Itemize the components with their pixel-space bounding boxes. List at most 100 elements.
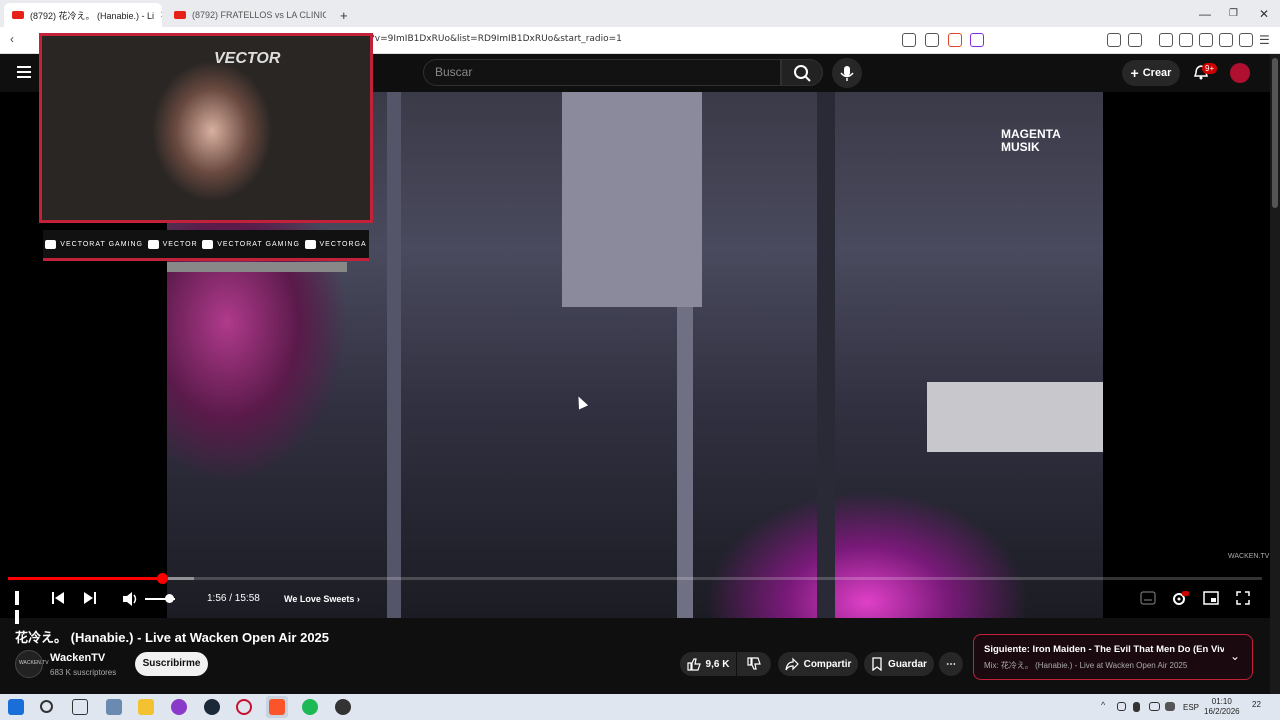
search-icon (794, 65, 811, 82)
restore-button[interactable]: ❐ (1229, 8, 1238, 19)
minimize-button[interactable]: — (1199, 7, 1211, 21)
chevron-down-icon[interactable]: ⌄ (1230, 649, 1240, 663)
spotify-icon[interactable] (302, 699, 318, 715)
video-title: 花冷え。 (Hanabie.) - Live at Wacken Open Ai… (15, 630, 330, 645)
extensions-icon[interactable] (1107, 33, 1121, 47)
close-window-button[interactable]: ✕ (1259, 7, 1269, 21)
subtitles-icon[interactable] (1140, 591, 1156, 605)
close-tab-icon[interactable]: ✕ (160, 10, 162, 21)
tray-mic-icon[interactable] (1133, 702, 1140, 712)
youtube-favicon-icon (174, 11, 186, 19)
volume-knob[interactable] (165, 594, 174, 603)
twitch-icon (147, 239, 159, 249)
cast-icon[interactable] (902, 33, 916, 47)
obs-icon[interactable] (335, 699, 351, 715)
tab-active[interactable]: (8792) 花冷え。 (Hanabie.) - Li ✕ (4, 3, 162, 27)
brave-icon[interactable] (269, 699, 285, 715)
user-avatar[interactable] (1230, 63, 1250, 83)
save-button[interactable]: Guardar (864, 652, 934, 676)
browser-tab-bar: (8792) 花冷え。 (Hanabie.) - Li ✕ (8792) FRA… (0, 0, 1280, 27)
channel-name[interactable]: WackenTV (50, 652, 105, 664)
clock-date: 16/2/2026 (1204, 707, 1240, 716)
media-icon[interactable] (1159, 33, 1173, 47)
webcam-overlay: VECTOR (39, 33, 373, 223)
tab-search-icon[interactable] (1128, 33, 1142, 47)
next-mix-label: Mix: 花冷え。 (Hanabie.) - Live at Wacken Op… (984, 661, 1188, 670)
like-count: 9,6 K (705, 658, 730, 670)
windows-start-icon[interactable] (8, 699, 24, 715)
progress-bar[interactable] (8, 573, 1262, 584)
plus-icon: + (1130, 65, 1139, 81)
next-icon[interactable] (83, 591, 97, 605)
tab-label: (8792) FRATELLOS vs LA CLINICA | C (192, 10, 326, 20)
back-arrow-icon[interactable]: ‹ (10, 32, 14, 46)
widgets-icon[interactable] (106, 699, 122, 715)
chevron-right-icon: › (356, 594, 360, 604)
settings-gear-icon[interactable] (1171, 591, 1189, 607)
share-arrow-icon (784, 657, 799, 671)
windows-taskbar (0, 694, 1280, 720)
speaker-icon[interactable] (1165, 702, 1175, 711)
social-item: VECTORGA (304, 239, 367, 249)
hamburger-menu-icon[interactable] (17, 66, 31, 78)
webcam-logo: VECTOR (214, 50, 281, 67)
wallet-icon[interactable] (1199, 33, 1213, 47)
like-button[interactable]: 9,6 K (680, 652, 736, 676)
more-dots-icon: ⋯ (946, 658, 956, 670)
tray-app-icon[interactable] (1117, 702, 1126, 711)
discord-icon[interactable] (171, 699, 187, 715)
dislike-button[interactable] (737, 652, 771, 676)
scrollbar-thumb[interactable] (1272, 58, 1278, 208)
microphone-icon (840, 66, 854, 81)
create-button[interactable]: + Crear (1122, 60, 1180, 86)
task-view-icon[interactable] (72, 699, 88, 715)
up-next-banner[interactable]: Siguiente: Iron Maiden - The Evil That M… (973, 634, 1253, 680)
new-tab-button[interactable]: + (332, 3, 356, 27)
bookmark-icon (872, 657, 882, 671)
chapter-title[interactable]: We Love Sweets › (284, 594, 360, 604)
scrubber-handle[interactable] (156, 573, 168, 584)
rewards-icon[interactable] (970, 33, 984, 47)
pause-button[interactable] (15, 591, 27, 624)
fullscreen-icon[interactable] (1236, 591, 1250, 605)
clock-time: 01:10 (1211, 697, 1232, 706)
social-item: VECTOR (147, 239, 198, 249)
ai-icon[interactable] (1219, 33, 1233, 47)
tray-chevron-icon[interactable]: ^ (1101, 700, 1105, 710)
time-display: 1:56 / 15:58 (207, 593, 260, 604)
system-clock[interactable]: 01:10 16/2/2026 (1204, 697, 1240, 717)
language-indicator[interactable]: ESP (1183, 703, 1199, 712)
subscriber-count: 683 K suscriptores (50, 668, 117, 677)
subscribe-button[interactable]: Suscribirme (135, 652, 208, 676)
brave-shield-icon[interactable] (948, 33, 962, 47)
twitter-icon (202, 239, 214, 249)
miniplayer-icon[interactable] (1203, 591, 1219, 605)
network-icon[interactable] (1149, 702, 1160, 711)
tab-inactive[interactable]: (8792) FRATELLOS vs LA CLINICA | C (166, 3, 326, 27)
social-item: VECTORAT GAMING (45, 239, 143, 249)
previous-icon[interactable] (51, 591, 65, 605)
channel-avatar[interactable]: WACKEN.TV (15, 650, 49, 678)
notification-center[interactable]: 22 (1252, 700, 1261, 709)
create-label: Crear (1142, 67, 1172, 79)
steam-icon[interactable] (204, 699, 220, 715)
played-bar (8, 577, 162, 580)
more-actions-button[interactable]: ⋯ (939, 652, 963, 676)
vpn-icon[interactable] (1239, 33, 1253, 47)
opera-gx-icon[interactable] (236, 699, 252, 715)
voice-search-button[interactable] (832, 58, 862, 88)
search-button[interactable] (781, 59, 823, 86)
search-taskbar-icon[interactable] (40, 700, 53, 713)
sidebar-icon[interactable] (1179, 33, 1193, 47)
volume-icon[interactable] (122, 591, 140, 607)
share-button[interactable]: Compartir (778, 652, 858, 676)
url-text[interactable]: ?v=9ImIB1DxRUo&list=RD9ImIB1DxRUo&start_… (370, 34, 622, 44)
next-video-title: Siguiente: Iron Maiden - The Evil That M… (984, 644, 1224, 655)
search-input[interactable]: Buscar (423, 59, 781, 86)
file-explorer-icon[interactable] (138, 699, 154, 715)
social-links-bar: VECTORAT GAMING VECTOR VECTORAT GAMING V… (43, 230, 369, 261)
menu-icon[interactable]: ☰ (1259, 33, 1270, 47)
share-icon[interactable] (925, 33, 939, 47)
page-scrollbar[interactable] (1270, 54, 1280, 694)
social-item: VECTORAT GAMING (202, 239, 300, 249)
